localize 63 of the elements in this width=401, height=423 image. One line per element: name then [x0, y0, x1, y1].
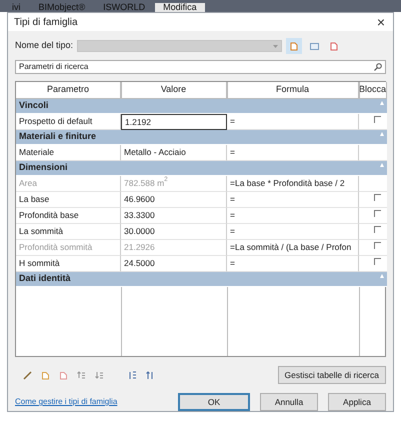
parameter-name: Materiale: [16, 145, 121, 161]
search-icon[interactable]: [374, 63, 382, 71]
collapse-icon[interactable]: [380, 273, 384, 280]
collapse-icon[interactable]: [380, 100, 384, 107]
collapse-icon[interactable]: [380, 131, 384, 138]
sort-ascending-icon[interactable]: [128, 370, 137, 380]
group-label: Dati identità: [19, 272, 71, 286]
column-header[interactable]: Parametro: [16, 82, 121, 99]
type-name-label: Nome del tipo:: [15, 39, 74, 52]
lookup-tables-button[interactable]: Gestisci tabelle di ricerca: [278, 366, 386, 384]
close-button[interactable]: ×: [374, 15, 387, 29]
delete-parameter-icon[interactable]: [59, 370, 68, 380]
group-header[interactable]: Materiali e finiture: [16, 130, 388, 145]
parameter-name: Area: [16, 176, 121, 192]
parameter-name: La sommità: [16, 224, 121, 240]
lock-checkbox[interactable]: [374, 258, 382, 265]
group-label: Vincoli: [19, 99, 48, 112]
parameter-value: 24.5000: [121, 256, 227, 272]
new-parameter-icon[interactable]: [41, 370, 50, 380]
move-up-icon[interactable]: [77, 370, 86, 380]
search-field[interactable]: Parametri di ricerca: [15, 60, 386, 74]
formula-cell[interactable]: =: [227, 224, 359, 240]
sort-descending-icon[interactable]: [146, 370, 155, 380]
parameter-name: Prospetto di default: [16, 114, 121, 130]
group-label: Dimensioni: [19, 161, 68, 174]
group-header[interactable]: Dimensioni: [16, 161, 388, 176]
window-title: Tipi di famiglia: [14, 16, 78, 30]
lock-checkbox[interactable]: [374, 210, 382, 217]
parameter-value: 46.9600: [121, 192, 227, 208]
formula-cell[interactable]: =: [227, 208, 359, 224]
column-header[interactable]: Formula: [227, 82, 359, 99]
parameter-name: Profondità sommità: [16, 240, 121, 256]
group-header[interactable]: Vincoli: [16, 99, 388, 114]
value-field[interactable]: 1.2192: [121, 114, 227, 130]
ribbon-tab[interactable]: Modifica: [155, 3, 205, 12]
parameter-value: 30.0000: [121, 224, 227, 240]
parameter-value: Metallo - Acciaio: [121, 145, 227, 161]
dialog-button[interactable]: OK: [178, 393, 250, 411]
new-type-icon[interactable]: [286, 38, 302, 54]
dialog-button[interactable]: Applica: [328, 393, 386, 411]
collapse-icon[interactable]: [380, 162, 384, 169]
dialog-button[interactable]: Annulla: [260, 393, 318, 411]
lock-cell: [359, 145, 388, 161]
parameter-value: 21.2926: [121, 240, 227, 256]
parameter-name: La base: [16, 192, 121, 208]
lock-checkbox[interactable]: [374, 226, 382, 233]
formula-cell[interactable]: =: [227, 114, 359, 130]
parameter-name: Profondità base: [16, 208, 121, 224]
lock-checkbox[interactable]: [374, 194, 382, 201]
group-header[interactable]: Dati identità: [16, 272, 388, 287]
parameter-name: H sommità: [16, 256, 121, 272]
formula-cell[interactable]: =: [227, 192, 359, 208]
formula-cell[interactable]: =: [227, 256, 359, 272]
parameter-value: 782.588 m$^{2}$: [121, 176, 227, 192]
lock-checkbox[interactable]: [374, 116, 382, 123]
help-link[interactable]: Come gestire i tipi di famiglia: [15, 396, 118, 408]
parameter-value: 33.3300: [121, 208, 227, 224]
column-header[interactable]: Valore: [121, 82, 227, 99]
search-input[interactable]: Parametri di ricerca: [19, 61, 374, 73]
group-label: Materiali e finiture: [19, 130, 96, 144]
formula-cell[interactable]: =: [227, 145, 359, 161]
pencil-icon[interactable]: [23, 370, 32, 380]
move-down-icon[interactable]: [95, 370, 104, 380]
